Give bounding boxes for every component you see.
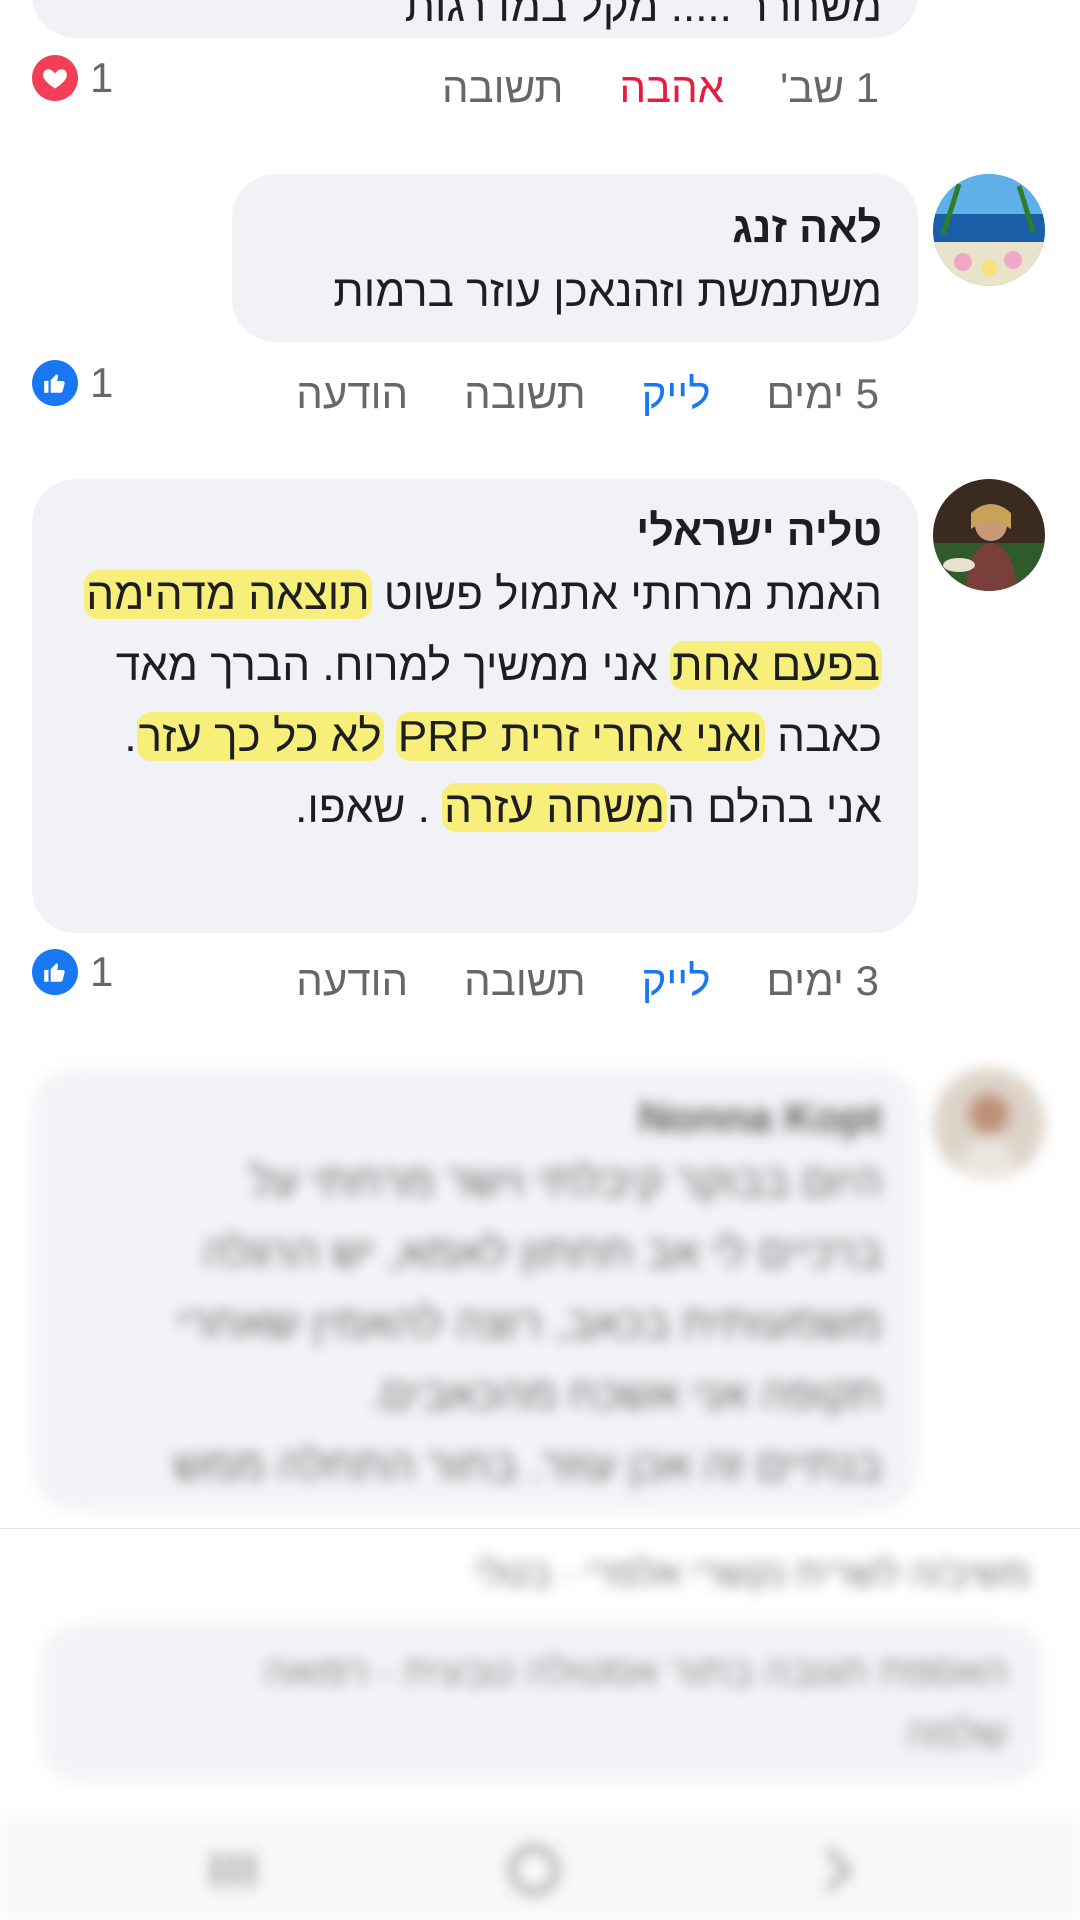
reaction-count: 1 — [90, 54, 114, 101]
previous-comment-bubble: משחרר ..... מקל במדרגות — [32, 0, 918, 38]
comment-text: בנתיים זה אכן עוזר. בחור התחלה ממש — [172, 1441, 882, 1490]
love-button[interactable]: אהבה — [619, 64, 724, 112]
comment-actions: 5 ימים לייק תשובה הודעה — [240, 370, 879, 418]
thumbs-up-icon — [32, 360, 78, 406]
comment-text: משתמשת וזהנאכן עוזר ברמות — [333, 267, 882, 316]
comment-time[interactable]: 5 ימים — [766, 370, 879, 418]
reply-button[interactable]: תשובה — [442, 64, 564, 112]
like-button[interactable]: לייק — [642, 370, 711, 418]
reply-button[interactable]: תשובה — [464, 957, 586, 1005]
comment-actions: 3 ימים לייק תשובה הודעה — [240, 957, 879, 1005]
back-icon[interactable] — [820, 1846, 856, 1894]
comment-input-placeholder: שלמה — [905, 1712, 1008, 1756]
thumbs-up-icon — [32, 949, 78, 995]
system-navigation-bar — [0, 1818, 1080, 1920]
comment-bubble[interactable]: טליה ישראלי האמת מרחתי אתמול פשוט תוצאה … — [32, 479, 918, 933]
highlighted-text: לא כל כך עזר — [136, 712, 384, 761]
replying-to-label: משיב/ה לשרית נקשרי אלפרי · בטלי — [473, 1553, 1030, 1595]
comment-time[interactable]: 1 שב' — [780, 64, 879, 112]
comment-text: האמת מרחתי אתמול פשוט תוצאה מדהימה בפעם … — [68, 559, 882, 843]
comment-text-segment — [384, 712, 396, 761]
comment-text-segment: האמת מרחתי אתמול פשוט — [371, 570, 882, 619]
reply-composer: משיב/ה לשרית נקשרי אלפרי · בטלי האספת תג… — [0, 1528, 1080, 1819]
reaction-summary[interactable]: 1 — [32, 946, 113, 998]
reaction-summary[interactable]: 1 — [32, 52, 113, 104]
home-icon[interactable] — [508, 1844, 560, 1896]
avatar[interactable] — [933, 1068, 1045, 1180]
comment-text-segment: . שאפו. — [295, 783, 443, 832]
heart-icon — [32, 55, 78, 101]
comment-author[interactable]: טליה ישראלי — [68, 503, 882, 559]
comment-input-placeholder: האספת תגובה בתור אסטולה טבעית - רפואה — [263, 1650, 1008, 1694]
highlighted-text: ואני אחרי זרית PRP — [395, 712, 765, 761]
avatar[interactable] — [933, 479, 1045, 591]
report-button[interactable]: הודעה — [296, 957, 408, 1005]
highlighted-text: תוצאה מדהימה — [84, 570, 372, 619]
comment-text: משמעותית בכאב, רוצה להאמין שאחרי — [175, 1299, 882, 1348]
comment-text: תקופה אני אשכח מהכאבים. — [368, 1370, 882, 1419]
reaction-summary[interactable]: 1 — [32, 357, 113, 409]
previous-comment-text: משחרר ..... מקל במדרגות — [404, 0, 882, 31]
avatar[interactable] — [933, 174, 1045, 286]
highlighted-text: בפעם אחת — [670, 641, 882, 690]
recent-apps-icon[interactable] — [210, 1850, 256, 1890]
comment-text: ברכיים לי אב תחתון לאמא, יש הרגלה — [202, 1228, 882, 1277]
reaction-count: 1 — [90, 948, 114, 995]
highlighted-text: משחה עזרה — [442, 783, 667, 832]
like-button[interactable]: לייק — [642, 957, 711, 1005]
comment-text: היום בבוקר קיבלתי וישר מרחתי על — [249, 1157, 882, 1206]
comment-author[interactable]: לאה זנג — [268, 200, 882, 256]
previous-comment-actions: 1 שב' אהבה תשובה — [386, 64, 879, 112]
comment-bubble[interactable]: Nonna Kopt היום בבוקר קיבלתי וישר מרחתי … — [32, 1068, 918, 1512]
comment-bubble[interactable]: לאה זנג משתמשת וזהנאכן עוזר ברמות — [232, 174, 918, 342]
report-button[interactable]: הודעה — [296, 370, 408, 418]
reaction-count: 1 — [90, 359, 114, 406]
comment-author[interactable]: Nonna Kopt — [68, 1090, 882, 1146]
reply-button[interactable]: תשובה — [464, 370, 586, 418]
comment-time[interactable]: 3 ימים — [766, 957, 879, 1005]
comment-input[interactable]: האספת תגובה בתור אסטולה טבעית - רפואה של… — [40, 1623, 1044, 1783]
